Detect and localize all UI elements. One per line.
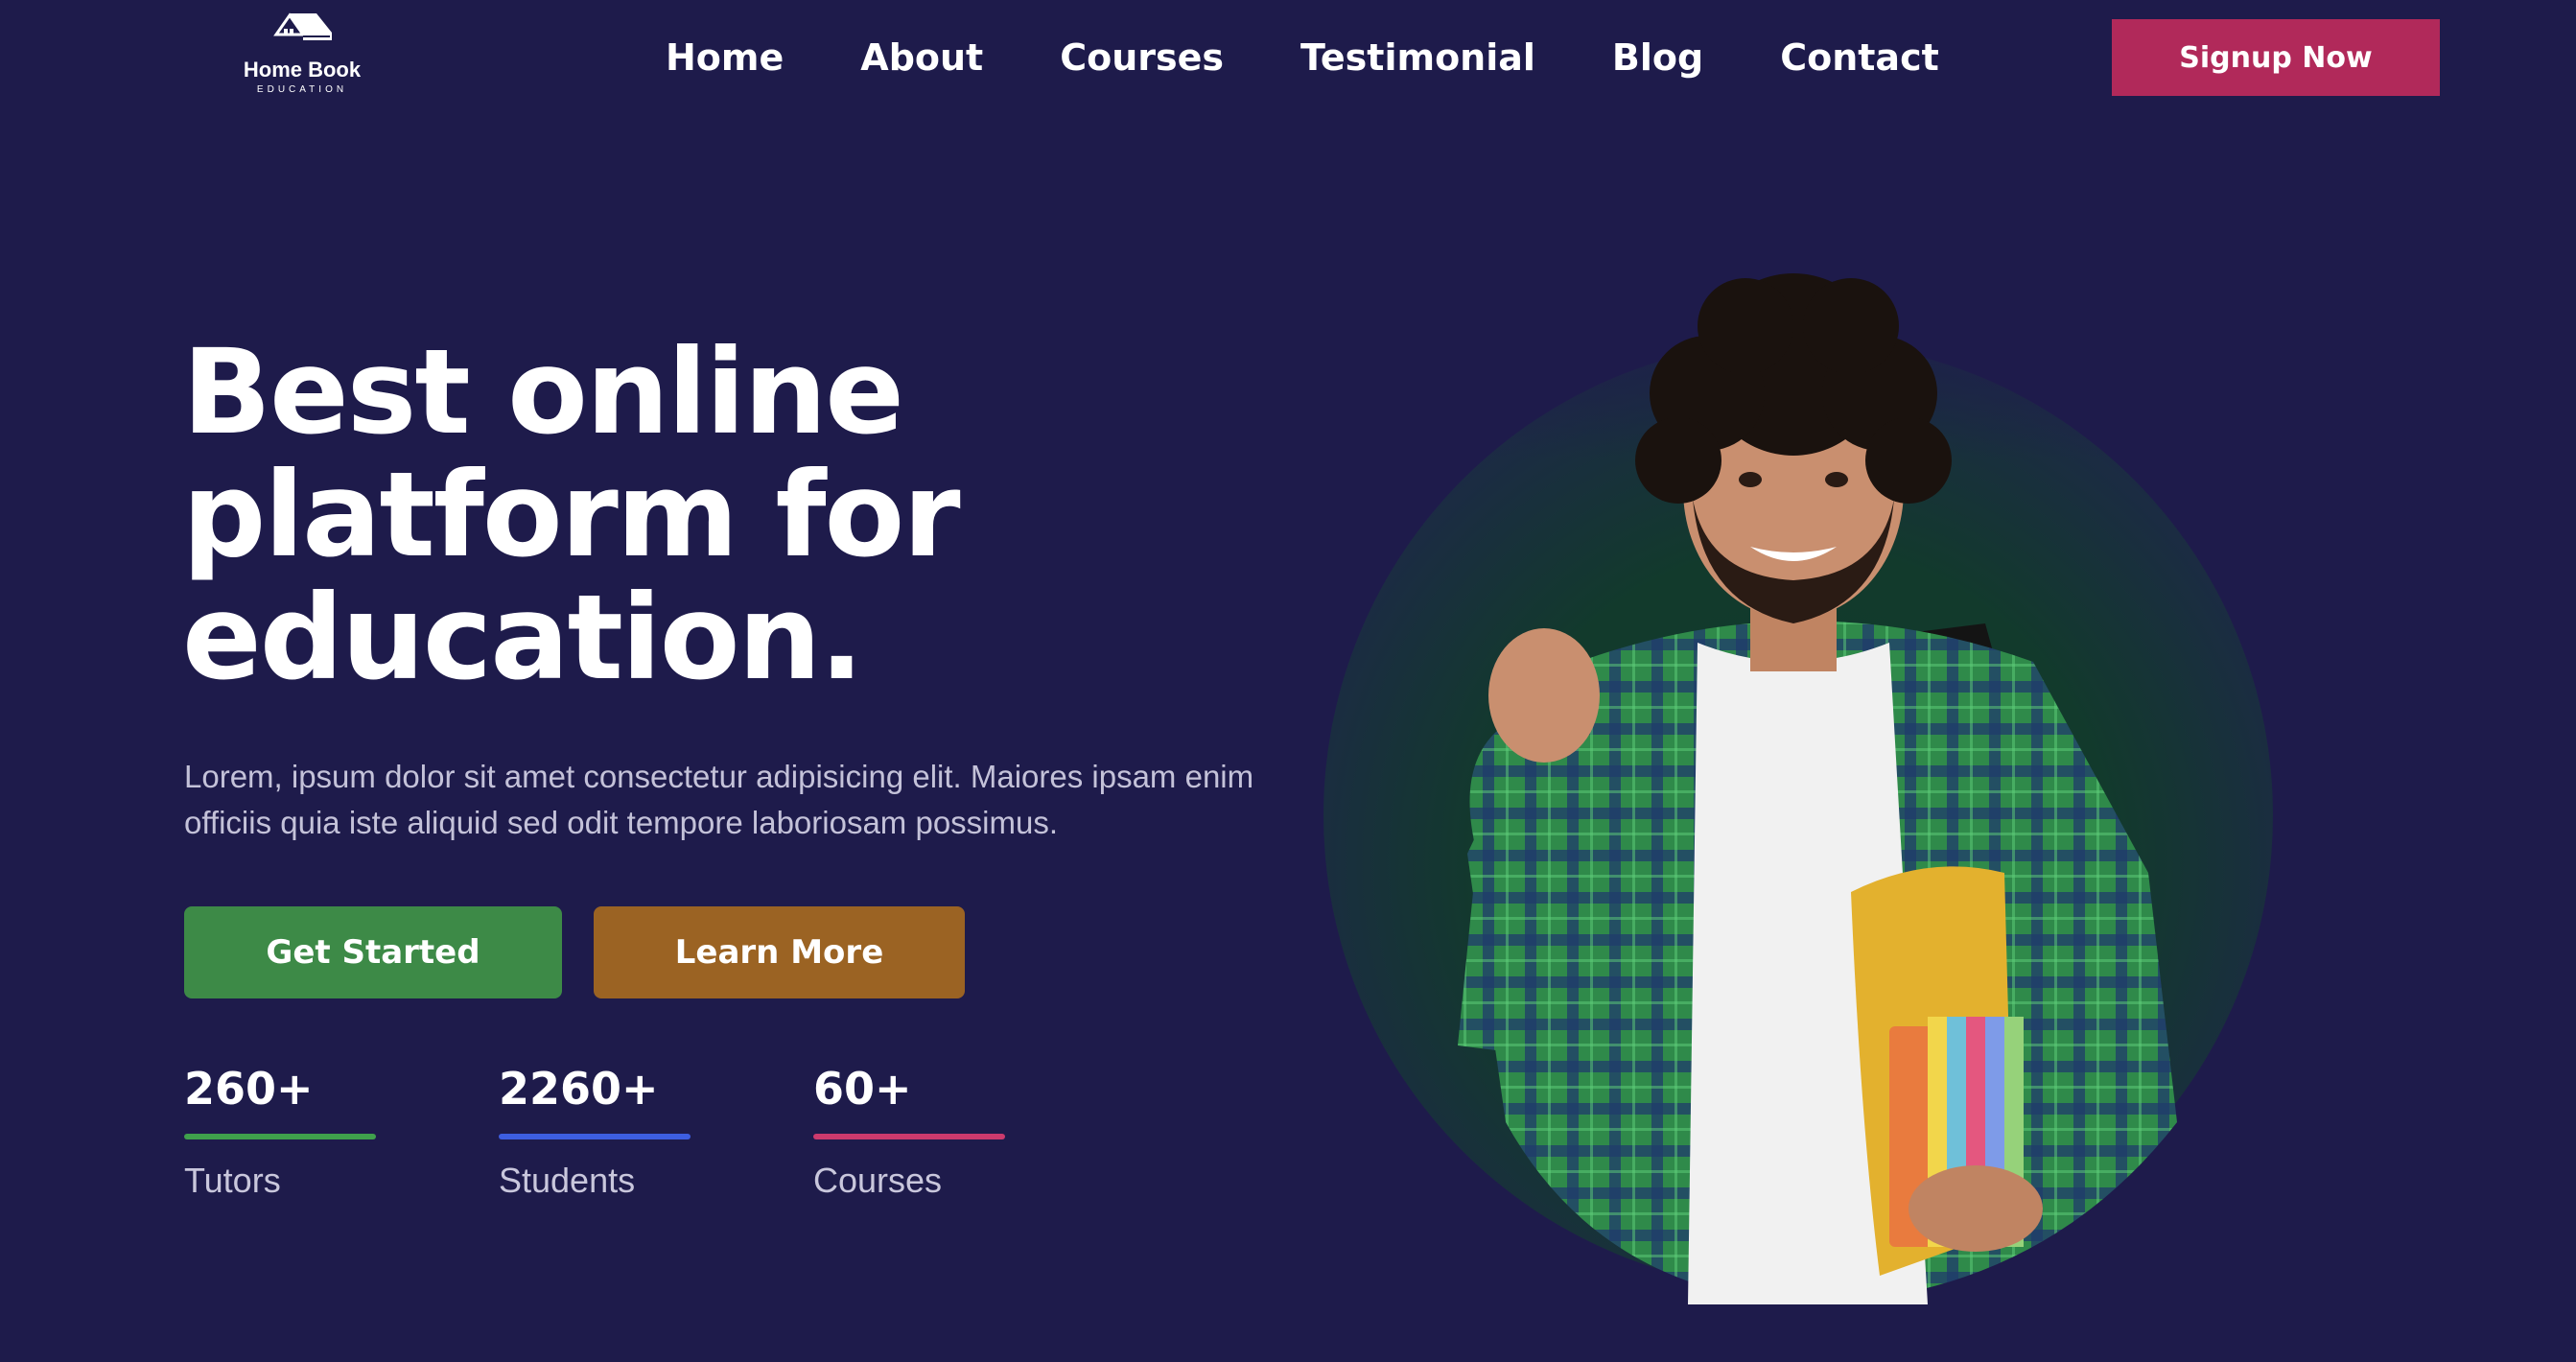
hero-headline: Best online platform for education. [182, 331, 1237, 699]
stat-underline [499, 1134, 691, 1139]
nav-testimonial[interactable]: Testimonial [1300, 36, 1535, 79]
stat-students: 2260+ Students [499, 1063, 700, 1201]
brand-logo[interactable]: Home Book EDUCATION [230, 8, 374, 104]
headline-line-2: platform for [182, 447, 961, 583]
stat-underline [184, 1134, 376, 1139]
stat-courses: 60+ Courses [813, 1063, 1015, 1201]
stat-label: Courses [813, 1161, 943, 1200]
signup-button[interactable]: Signup Now [2112, 19, 2440, 96]
stat-label: Tutors [184, 1161, 281, 1200]
headline-line-3: education. [182, 570, 864, 706]
nav-courses[interactable]: Courses [1060, 36, 1224, 79]
stat-value: 60+ [813, 1063, 912, 1115]
stat-label: Students [499, 1161, 636, 1200]
main-nav: Home About Courses Testimonial Blog Cont… [666, 29, 1939, 86]
book-house-icon [273, 12, 332, 40]
nav-about[interactable]: About [860, 36, 983, 79]
learn-more-button[interactable]: Learn More [594, 906, 965, 998]
nav-contact[interactable]: Contact [1780, 36, 1939, 79]
stat-underline [813, 1134, 1005, 1139]
headline-line-1: Best online [182, 324, 904, 460]
logo-subtitle: EDUCATION [256, 84, 348, 95]
get-started-button[interactable]: Get Started [184, 906, 562, 998]
nav-blog[interactable]: Blog [1612, 36, 1703, 79]
student-photo [1314, 259, 2283, 1304]
stat-value: 2260+ [499, 1063, 659, 1115]
stat-value: 260+ [184, 1063, 314, 1115]
logo-title: Home Book [243, 58, 362, 82]
stat-tutors: 260+ Tutors [184, 1063, 386, 1201]
nav-home[interactable]: Home [666, 36, 784, 79]
hero-subtext: Lorem, ipsum dolor sit amet consectetur … [184, 759, 1254, 840]
